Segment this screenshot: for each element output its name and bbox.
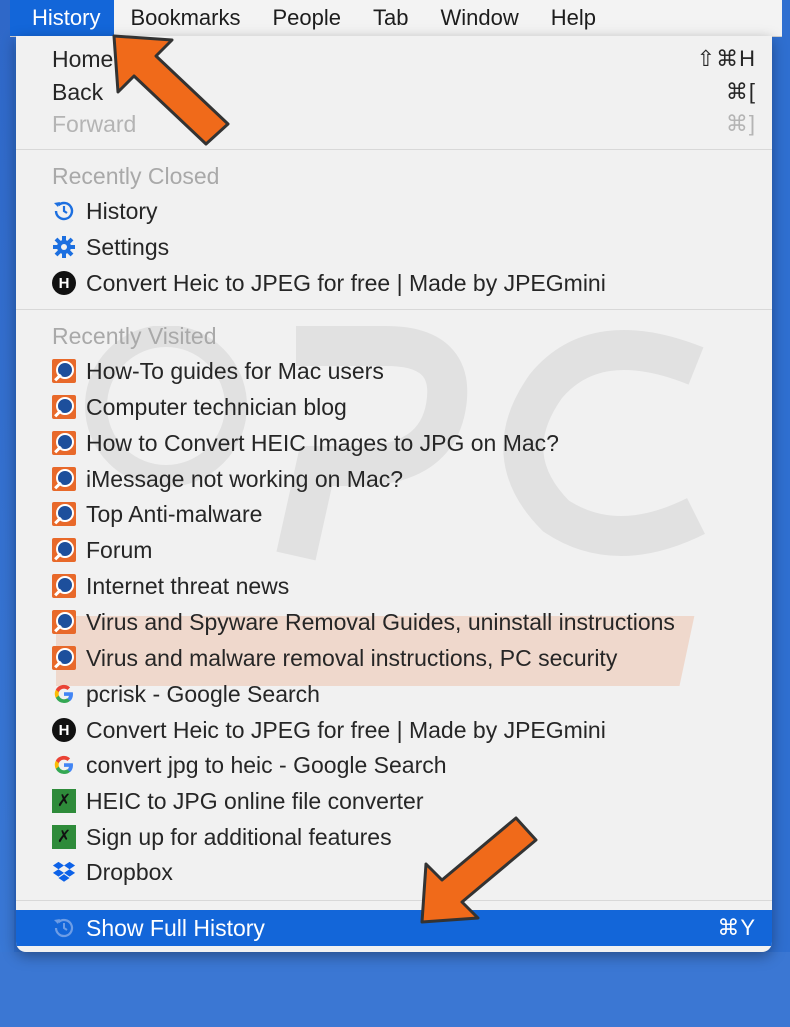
- desktop-background-bottom: [0, 952, 790, 1027]
- pcrisk-icon: [52, 502, 76, 526]
- recently-visited-header: Recently Visited: [52, 322, 217, 349]
- menu-item-label: HEIC to JPG online file converter: [86, 787, 424, 814]
- pcrisk-icon: [52, 538, 76, 562]
- pcrisk-icon: [52, 395, 76, 419]
- jpegmini-icon: H: [52, 271, 76, 295]
- menu-item-label: Back: [52, 78, 104, 105]
- dropbox-icon: [52, 860, 76, 884]
- recently-visited-item[interactable]: Computer technician blog: [16, 389, 772, 425]
- recently-closed-header: Recently Closed: [52, 162, 220, 189]
- menu-item-label: pcrisk - Google Search: [86, 680, 320, 707]
- gear-icon: [52, 235, 76, 259]
- recently-visited-item[interactable]: Top Anti-malware: [16, 496, 772, 532]
- recently-visited-item[interactable]: H Convert Heic to JPEG for free | Made b…: [16, 712, 772, 748]
- google-icon: [52, 753, 76, 777]
- menu-item-label: iMessage not working on Mac?: [86, 465, 404, 492]
- menu-item-label: How to Convert HEIC Images to JPG on Mac…: [86, 429, 559, 456]
- show-full-history-item[interactable]: Show Full History ⌘Y: [16, 910, 772, 946]
- recently-visited-item[interactable]: How-To guides for Mac users: [16, 353, 772, 389]
- menu-item-label: Internet threat news: [86, 572, 290, 599]
- menu-item-label: convert jpg to heic - Google Search: [86, 751, 447, 778]
- converter-icon: ✗: [52, 825, 76, 849]
- menu-separator: [16, 900, 772, 901]
- menu-item-label: How-To guides for Mac users: [86, 357, 384, 384]
- recently-visited-item[interactable]: pcrisk - Google Search: [16, 676, 772, 712]
- converter-icon: ✗: [52, 789, 76, 813]
- menu-item-back[interactable]: Back ⌘[: [16, 74, 772, 110]
- recently-visited-item[interactable]: Virus and Spyware Removal Guides, uninst…: [16, 604, 772, 640]
- menu-item-label: History: [86, 197, 158, 224]
- recently-closed-item[interactable]: H Convert Heic to JPEG for free | Made b…: [16, 265, 772, 301]
- shortcut-label: ⌘Y: [717, 915, 756, 940]
- menu-item-label: Sign up for additional features: [86, 823, 392, 850]
- menu-item-label: Settings: [86, 233, 170, 260]
- menu-item-label: Convert Heic to JPEG for free | Made by …: [86, 269, 606, 296]
- shortcut-label: ⇧⌘H: [696, 46, 756, 71]
- recently-visited-item[interactable]: Dropbox: [16, 854, 772, 890]
- menubar-people[interactable]: People: [257, 0, 358, 36]
- menubar-bookmarks[interactable]: Bookmarks: [114, 0, 256, 36]
- menubar-window[interactable]: Window: [425, 0, 535, 36]
- recently-closed-item[interactable]: History: [16, 193, 772, 229]
- menu-separator: [16, 309, 772, 310]
- menu-item-label: Forum: [86, 536, 153, 563]
- recently-visited-item[interactable]: Internet threat news: [16, 568, 772, 604]
- jpegmini-icon: H: [52, 718, 76, 742]
- recently-visited-item[interactable]: iMessage not working on Mac?: [16, 461, 772, 497]
- desktop-background: [0, 0, 14, 1027]
- menu-item-label: Forward: [52, 110, 137, 137]
- pcrisk-icon: [52, 359, 76, 383]
- pcrisk-icon: [52, 467, 76, 491]
- menu-item-label: Computer technician blog: [86, 393, 347, 420]
- recently-visited-item[interactable]: Forum: [16, 532, 772, 568]
- menu-item-label: Show Full History: [86, 914, 265, 941]
- history-icon: [52, 199, 76, 223]
- menu-item-label: Home: [52, 45, 114, 72]
- pcrisk-icon: [52, 574, 76, 598]
- menu-item-home[interactable]: Home ⇧⌘H: [16, 41, 772, 77]
- recently-visited-item[interactable]: How to Convert HEIC Images to JPG on Mac…: [16, 425, 772, 461]
- menu-item-forward: Forward ⌘]: [16, 106, 772, 142]
- shortcut-label: ⌘[: [725, 79, 756, 104]
- menu-item-label: Convert Heic to JPEG for free | Made by …: [86, 716, 606, 743]
- google-icon: [52, 682, 76, 706]
- shortcut-label: ⌘]: [725, 111, 756, 136]
- recently-closed-item[interactable]: Settings: [16, 229, 772, 265]
- pcrisk-icon: [52, 431, 76, 455]
- menubar-tab[interactable]: Tab: [357, 0, 424, 36]
- recently-visited-item[interactable]: Virus and malware removal instructions, …: [16, 640, 772, 676]
- menu-item-label: Virus and Spyware Removal Guides, uninst…: [86, 608, 675, 635]
- menu-item-label: Top Anti-malware: [86, 500, 263, 527]
- menubar-history[interactable]: History: [10, 0, 115, 36]
- pcrisk-icon: [52, 610, 76, 634]
- recently-visited-item[interactable]: convert jpg to heic - Google Search: [16, 747, 772, 783]
- menu-item-label: Virus and malware removal instructions, …: [86, 644, 618, 671]
- menu-item-label: Dropbox: [86, 858, 173, 885]
- recently-visited-item[interactable]: ✗ Sign up for additional features: [16, 819, 772, 855]
- history-icon: [52, 916, 76, 940]
- menu-separator: [16, 149, 772, 150]
- history-menu: Home ⇧⌘H Back ⌘[ Forward ⌘] Recently Clo…: [16, 36, 772, 952]
- pcrisk-icon: [52, 646, 76, 670]
- recently-visited-item[interactable]: ✗ HEIC to JPG online file converter: [16, 783, 772, 819]
- menubar-help[interactable]: Help: [535, 0, 612, 36]
- menu-bar: History Bookmarks People Tab Window Help: [10, 0, 782, 37]
